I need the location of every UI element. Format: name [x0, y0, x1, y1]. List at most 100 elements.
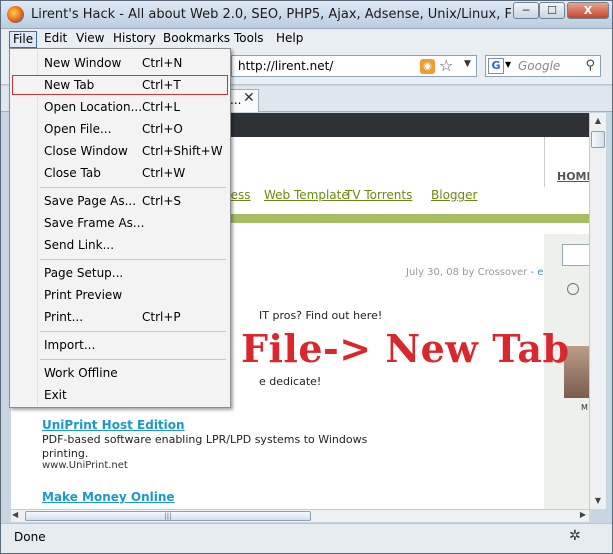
ad-uniprint-desc-2: printing.	[42, 447, 89, 460]
menu-item-label: Print Preview	[44, 288, 123, 302]
menu-item-page-setup[interactable]: Page Setup...	[12, 263, 228, 283]
maximize-button[interactable]: ☐	[539, 2, 565, 19]
menu-bar: File Edit View History Bookmarks Tools H…	[1, 29, 612, 49]
url-text[interactable]: http://lirent.net/	[238, 59, 333, 73]
menu-item-send-link[interactable]: Send Link...	[12, 235, 228, 255]
menu-item-shortcut: Ctrl+P	[142, 310, 181, 324]
status-bar: Done ✲	[1, 523, 612, 553]
menu-item-shortcut: Ctrl+W	[142, 166, 186, 180]
ad-uniprint-desc-1: PDF-based software enabling LPR/LPD syst…	[42, 433, 368, 446]
tab-title: ...	[230, 93, 242, 107]
menu-item-label: Exit	[44, 388, 67, 402]
menu-item-shortcut: Ctrl+Shift+W	[142, 144, 223, 158]
post-date-extra[interactable]: - e	[531, 267, 544, 278]
menu-bookmarks[interactable]: Bookmarks	[160, 31, 233, 48]
menu-item-import[interactable]: Import...	[12, 335, 228, 355]
menu-separator	[40, 331, 226, 332]
menu-item-close-window[interactable]: Close Window Ctrl+Shift+W	[12, 141, 228, 161]
ad-uniprint-title[interactable]: UniPrint Host Edition	[42, 418, 185, 432]
header-divider	[544, 137, 545, 187]
menu-item-label: Print...	[44, 310, 84, 324]
url-bar[interactable]: http://lirent.net/ ◉ ☆ ▼	[231, 55, 477, 77]
post-date-text: July 30, 08 by Crossover	[406, 267, 528, 278]
sidebar-search-input[interactable]	[562, 244, 589, 266]
menu-item-save-page-as[interactable]: Save Page As... Ctrl+S	[12, 191, 228, 211]
horizontal-scrollbar[interactable]: ◀ ||| ▶	[11, 509, 589, 522]
google-engine-icon[interactable]: G	[488, 58, 504, 74]
menu-item-open-file[interactable]: Open File... Ctrl+O	[12, 119, 228, 139]
ad-snippet-2: e dedicate!	[259, 375, 322, 388]
menu-item-work-offline[interactable]: Work Offline	[12, 363, 228, 383]
tab-close-icon[interactable]: ✕	[243, 90, 255, 106]
sidebar-radio[interactable]	[567, 283, 579, 295]
menu-item-print[interactable]: Print... Ctrl+P	[12, 307, 228, 327]
post-date: July 30, 08 by Crossover - e	[406, 267, 543, 278]
home-link[interactable]: HOME	[557, 170, 589, 183]
menu-item-new-tab[interactable]: New Tab Ctrl+T	[12, 75, 228, 95]
menu-help[interactable]: Help	[273, 31, 306, 48]
file-menu-dropdown: New Window Ctrl+N New Tab Ctrl+T Open Lo…	[9, 48, 231, 408]
search-input[interactable]: Google	[518, 59, 560, 73]
menu-separator	[40, 187, 226, 188]
menu-item-label: Close Tab	[44, 166, 101, 180]
nav-link-web-template[interactable]: Web Template	[264, 188, 349, 202]
close-window-button[interactable]: X	[567, 2, 609, 19]
menu-item-shortcut: Ctrl+T	[142, 78, 181, 92]
right-sidebar: M	[544, 234, 589, 509]
ad-make-money-title[interactable]: Make Money Online	[42, 490, 175, 504]
scroll-right-icon[interactable]: ▶	[580, 510, 586, 519]
author-label: M	[581, 403, 588, 412]
menu-separator	[40, 359, 226, 360]
menu-item-label: Page Setup...	[44, 266, 124, 280]
window-title: Lirent's Hack - All about Web 2.0, SEO, …	[31, 7, 511, 22]
ad-uniprint-url[interactable]: www.UniPrint.net	[42, 460, 128, 471]
menu-view[interactable]: View	[73, 31, 107, 48]
firebug-icon[interactable]: ✲	[569, 528, 581, 544]
menu-item-shortcut: Ctrl+S	[142, 194, 182, 208]
search-icon[interactable]: ⚲	[585, 58, 595, 73]
scroll-down-icon[interactable]: ▼	[591, 494, 605, 508]
horizontal-scroll-thumb[interactable]: |||	[25, 511, 311, 521]
search-box[interactable]: G ▼ Google ⚲	[485, 55, 601, 77]
title-bar: Lirent's Hack - All about Web 2.0, SEO, …	[1, 1, 612, 29]
menu-item-label: New Window	[44, 56, 122, 70]
vertical-scrollbar[interactable]: ▲ ▼	[589, 113, 606, 509]
menu-item-label: Save Frame As...	[44, 216, 145, 230]
bookmark-star-icon[interactable]: ☆	[439, 56, 453, 75]
menu-item-shortcut: Ctrl+N	[142, 56, 183, 70]
menu-item-open-location[interactable]: Open Location... Ctrl+L	[12, 97, 228, 117]
ad-snippet-1: IT pros? Find out here!	[259, 309, 383, 322]
minimize-button[interactable]: ─	[513, 2, 539, 19]
menu-item-label: Work Offline	[44, 366, 118, 380]
engine-dropdown-icon[interactable]: ▼	[505, 60, 511, 69]
menu-item-label: Close Window	[44, 144, 128, 158]
status-text: Done	[14, 530, 46, 544]
menu-item-close-tab[interactable]: Close Tab Ctrl+W	[12, 163, 228, 183]
menu-history[interactable]: History	[110, 31, 159, 48]
menu-item-print-preview[interactable]: Print Preview	[12, 285, 228, 305]
scroll-up-icon[interactable]: ▲	[591, 114, 605, 128]
menu-separator	[40, 259, 226, 260]
menu-item-shortcut: Ctrl+O	[142, 122, 183, 136]
menu-item-label: New Tab	[44, 78, 95, 92]
vertical-scroll-thumb[interactable]	[591, 131, 605, 148]
menu-tools[interactable]: Tools	[231, 31, 267, 48]
url-dropdown-icon[interactable]: ▼	[464, 59, 471, 69]
menu-item-label: Open Location...	[44, 100, 143, 114]
menu-item-new-window[interactable]: New Window Ctrl+N	[12, 53, 228, 73]
menu-item-save-frame-as[interactable]: Save Frame As...	[12, 213, 228, 233]
menu-edit[interactable]: Edit	[41, 31, 70, 48]
menu-file[interactable]: File	[9, 31, 38, 48]
menu-item-label: Send Link...	[44, 238, 115, 252]
menu-item-exit[interactable]: Exit	[12, 385, 228, 405]
menu-item-label: Import...	[44, 338, 96, 352]
annotation-label: File-> New Tab	[241, 326, 570, 371]
menu-item-label: Save Page As...	[44, 194, 137, 208]
firefox-logo-icon	[7, 6, 24, 23]
scroll-left-icon[interactable]: ◀	[12, 510, 18, 519]
menu-item-label: Open File...	[44, 122, 112, 136]
nav-link-blogger[interactable]: Blogger	[431, 188, 477, 202]
nav-link-tv-torrents[interactable]: TV Torrents	[345, 188, 412, 202]
rss-feed-icon[interactable]: ◉	[420, 59, 435, 74]
browser-window: Lirent's Hack - All about Web 2.0, SEO, …	[0, 0, 613, 554]
